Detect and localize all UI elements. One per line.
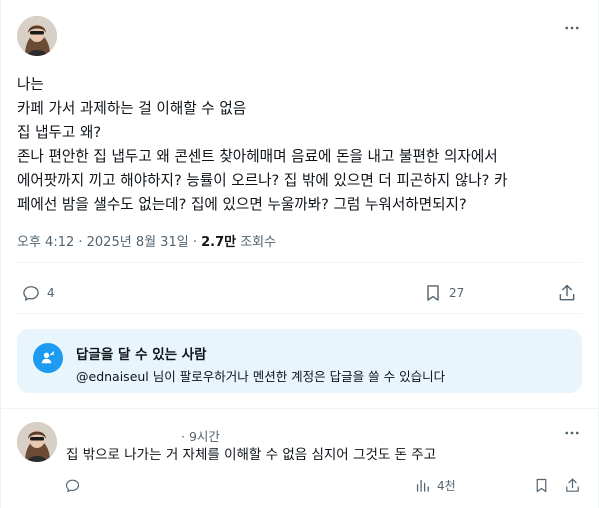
post-text-line: 집 냅두고 왜? [17, 124, 102, 141]
bookmark-icon [427, 285, 439, 301]
more-icon [565, 431, 579, 435]
more-icon [565, 26, 579, 30]
mention-icon [41, 351, 55, 364]
reply-button[interactable]: 4 [21, 283, 55, 303]
post-timestamp[interactable]: 오후 4:12 · 2025년 8월 31일 · [17, 235, 201, 250]
divider [17, 262, 582, 263]
share-button[interactable] [557, 283, 577, 303]
reply-text: 집 밖으로 나가는 거 자체를 이해할 수 없음 심지어 그것도 돈 주고 [66, 447, 437, 463]
post-text-line: 존나 편안한 집 냅두고 왜 콘센트 찾아헤매며 음료에 돈을 내고 불편한 의… [17, 148, 498, 165]
bookmark-icon [536, 478, 547, 493]
divider [17, 313, 582, 314]
views-count: 2.7만 [201, 235, 237, 250]
bookmark-count: 27 [449, 286, 465, 300]
post-text-line: 에어팟까지 끼고 해야하지? 능률이 오르나? 집 밖에 있으면 더 피곤하지 … [17, 172, 508, 189]
mention-badge [33, 343, 63, 373]
reply-bookmark-button[interactable] [533, 477, 550, 494]
post-meta: 오후 4:12 · 2025년 8월 31일 · 2.7만 조회수 [17, 231, 276, 250]
reply-count: 4 [47, 286, 55, 300]
bookmark-button[interactable]: 27 [423, 283, 464, 303]
share-icon [559, 284, 575, 301]
views-label: 조회수 [236, 235, 277, 250]
notice-text: @ednaiseul 님이 팔로우하거나 멘션한 계정은 답글을 쓸 수 있습니… [76, 366, 445, 385]
post-text-line: 페에선 밤을 샐수도 없는데? 집에 있으면 누울까봐? 그럼 누워서하면되지? [17, 196, 467, 213]
reply-views-count: 4천 [437, 479, 456, 493]
reply-reply-button[interactable] [64, 477, 81, 494]
reply-author-avatar[interactable] [17, 422, 57, 462]
reply-icon [23, 286, 39, 301]
post-text: 나는 카페 가서 과제하는 걸 이해할 수 없음 집 냅두고 왜? 존나 편안한… [17, 73, 585, 217]
share-icon [566, 478, 579, 492]
author-avatar[interactable] [17, 16, 57, 56]
views-icon [416, 479, 429, 492]
post-detail-frame: 나는 카페 가서 과제하는 걸 이해할 수 없음 집 냅두고 왜? 존나 편안한… [0, 0, 599, 508]
post-more-button[interactable] [562, 18, 582, 38]
reply-permission-notice: 답글을 달 수 있는 사람 @ednaiseul 님이 팔로우하거나 멘션한 계… [17, 329, 582, 393]
reply-more-button[interactable] [562, 423, 582, 443]
notice-title: 답글을 달 수 있는 사람 [76, 347, 207, 363]
divider [1, 408, 598, 409]
reply-icon [65, 479, 80, 493]
reply-share-button[interactable] [564, 477, 581, 494]
reply-views-button[interactable]: 4천 [414, 477, 456, 494]
post-text-line: 나는 [17, 76, 44, 93]
notice-description: 님이 팔로우하거나 멘션한 계정은 답글을 쓸 수 있습니다 [148, 369, 446, 384]
post-text-line: 카페 가서 과제하는 걸 이해할 수 없음 [17, 100, 247, 117]
author-handle-link[interactable]: @ednaiseul [76, 369, 149, 384]
